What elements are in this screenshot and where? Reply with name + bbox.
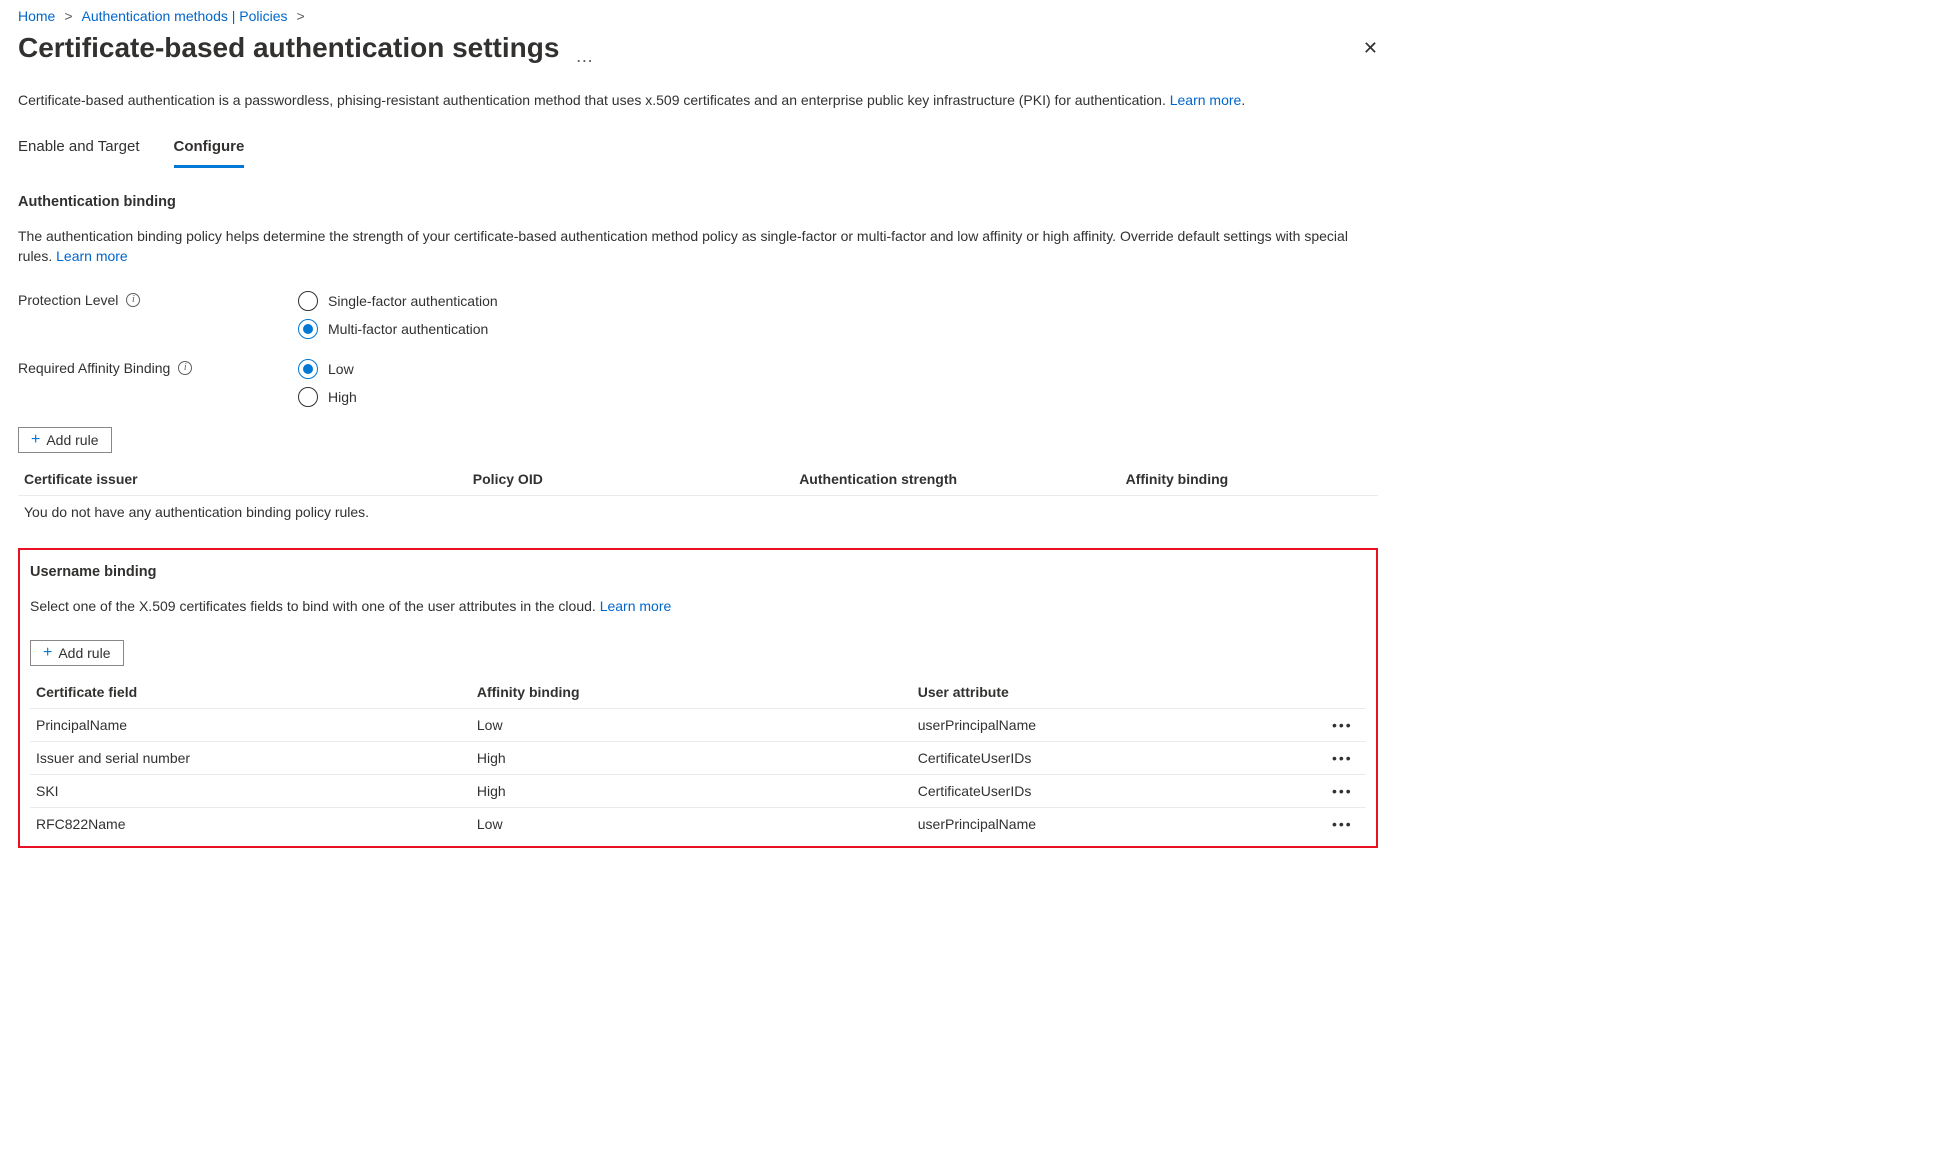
page-description: Certificate-based authentication is a pa… [18, 92, 1378, 108]
tab-configure[interactable]: Configure [174, 136, 245, 168]
description-text: Certificate-based authentication is a pa… [18, 92, 1170, 108]
affinity-radio-group: Low High [298, 359, 357, 407]
learn-more-link[interactable]: Learn more [600, 598, 672, 614]
breadcrumb: Home > Authentication methods | Policies… [18, 8, 1378, 24]
cell-affinity: High [471, 741, 912, 774]
radio-icon [298, 291, 318, 311]
cell-user-attribute: CertificateUserIDs [912, 774, 1326, 807]
radio-label: Low [328, 361, 354, 377]
row-more-icon[interactable]: ••• [1326, 708, 1366, 741]
page-title: Certificate-based authentication setting… [18, 32, 559, 63]
table-row: You do not have any authentication bindi… [18, 495, 1378, 528]
cell-affinity: Low [471, 708, 912, 741]
cell-affinity: High [471, 774, 912, 807]
add-rule-label: Add rule [58, 645, 110, 661]
cell-certificate-field: SKI [30, 774, 471, 807]
radio-label: Multi-factor authentication [328, 321, 488, 337]
col-actions [1326, 676, 1366, 709]
auth-binding-desc: The authentication binding policy helps … [18, 226, 1378, 267]
protection-level-row: Protection Level i Single-factor authent… [18, 291, 1378, 339]
period: . [1241, 92, 1245, 108]
col-certificate-field[interactable]: Certificate field [30, 676, 471, 709]
table-row[interactable]: PrincipalName Low userPrincipalName ••• [30, 708, 1366, 741]
col-policy-oid[interactable]: Policy OID [467, 463, 793, 496]
add-rule-button[interactable]: + Add rule [30, 640, 124, 666]
add-rule-button[interactable]: + Add rule [18, 427, 112, 453]
cell-user-attribute: userPrincipalName [912, 807, 1326, 840]
cell-affinity: Low [471, 807, 912, 840]
protection-level-radio-group: Single-factor authentication Multi-facto… [298, 291, 498, 339]
chevron-right-icon: > [64, 8, 72, 24]
radio-single-factor[interactable]: Single-factor authentication [298, 291, 498, 311]
auth-binding-heading: Authentication binding [18, 194, 1378, 210]
affinity-binding-text: Required Affinity Binding [18, 360, 170, 376]
tabs: Enable and Target Configure [18, 136, 1378, 168]
table-row[interactable]: RFC822Name Low userPrincipalName ••• [30, 807, 1366, 840]
radio-affinity-low[interactable]: Low [298, 359, 357, 379]
radio-label: Single-factor authentication [328, 293, 498, 309]
row-more-icon[interactable]: ••• [1326, 741, 1366, 774]
radio-multi-factor[interactable]: Multi-factor authentication [298, 319, 498, 339]
info-icon[interactable]: i [126, 293, 140, 307]
learn-more-link[interactable]: Learn more [1170, 92, 1242, 108]
cell-certificate-field: PrincipalName [30, 708, 471, 741]
row-more-icon[interactable]: ••• [1326, 807, 1366, 840]
tab-enable-and-target[interactable]: Enable and Target [18, 136, 140, 168]
username-binding-heading: Username binding [30, 564, 1366, 580]
more-icon[interactable]: … [575, 46, 594, 66]
protection-level-text: Protection Level [18, 292, 118, 308]
col-auth-strength[interactable]: Authentication strength [793, 463, 1119, 496]
plus-icon: + [31, 432, 40, 448]
username-binding-desc-text: Select one of the X.509 certificates fie… [30, 598, 600, 614]
username-binding-desc: Select one of the X.509 certificates fie… [30, 596, 1366, 616]
learn-more-link[interactable]: Learn more [56, 248, 128, 264]
chevron-right-icon: > [297, 8, 305, 24]
cell-certificate-field: Issuer and serial number [30, 741, 471, 774]
radio-label: High [328, 389, 357, 405]
auth-binding-table: Certificate issuer Policy OID Authentica… [18, 463, 1378, 528]
cell-user-attribute: userPrincipalName [912, 708, 1326, 741]
breadcrumb-home[interactable]: Home [18, 8, 55, 24]
add-rule-label: Add rule [46, 432, 98, 448]
info-icon[interactable]: i [178, 361, 192, 375]
close-icon[interactable]: ✕ [1363, 38, 1378, 59]
col-affinity-binding[interactable]: Affinity binding [471, 676, 912, 709]
cell-user-attribute: CertificateUserIDs [912, 741, 1326, 774]
radio-icon [298, 387, 318, 407]
radio-icon [298, 319, 318, 339]
row-more-icon[interactable]: ••• [1326, 774, 1366, 807]
table-row[interactable]: SKI High CertificateUserIDs ••• [30, 774, 1366, 807]
plus-icon: + [43, 645, 52, 661]
cell-certificate-field: RFC822Name [30, 807, 471, 840]
radio-affinity-high[interactable]: High [298, 387, 357, 407]
username-binding-table: Certificate field Affinity binding User … [30, 676, 1366, 840]
auth-binding-desc-text: The authentication binding policy helps … [18, 228, 1348, 264]
table-row[interactable]: Issuer and serial number High Certificat… [30, 741, 1366, 774]
empty-message: You do not have any authentication bindi… [18, 495, 1378, 528]
col-affinity-binding[interactable]: Affinity binding [1120, 463, 1378, 496]
col-certificate-issuer[interactable]: Certificate issuer [18, 463, 467, 496]
affinity-binding-row: Required Affinity Binding i Low High [18, 359, 1378, 407]
affinity-binding-label: Required Affinity Binding i [18, 359, 298, 376]
protection-level-label: Protection Level i [18, 291, 298, 308]
username-binding-section: Username binding Select one of the X.509… [18, 548, 1378, 848]
title-row: Certificate-based authentication setting… [18, 32, 1378, 64]
breadcrumb-auth-methods[interactable]: Authentication methods | Policies [82, 8, 288, 24]
radio-icon [298, 359, 318, 379]
col-user-attribute[interactable]: User attribute [912, 676, 1326, 709]
